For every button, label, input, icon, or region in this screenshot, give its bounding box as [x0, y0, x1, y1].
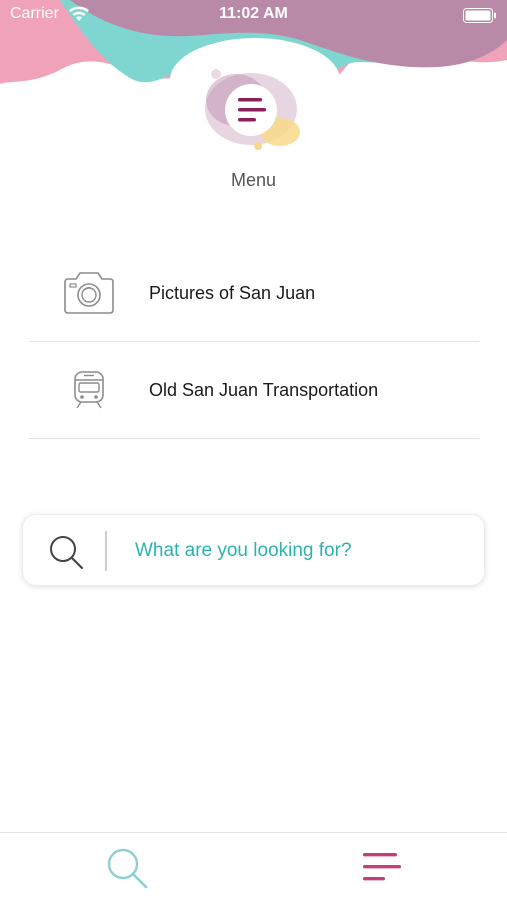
search-bar: [22, 514, 485, 586]
battery-icon: [463, 8, 496, 23]
tab-bar: [0, 832, 507, 900]
menu-item-label: Pictures of San Juan: [149, 282, 316, 303]
search-divider: [105, 531, 107, 571]
menu-lines-icon: [205, 69, 300, 150]
search-input[interactable]: [135, 531, 465, 571]
camera-icon: [29, 270, 149, 316]
menu-screen: Carrier 11:02 AM Menu Pictures of San Ju…: [0, 0, 507, 900]
menu-item-transportation[interactable]: Old San Juan Transportation: [29, 342, 479, 439]
train-icon: [29, 370, 149, 410]
tab-menu-icon[interactable]: [360, 847, 402, 887]
tab-search-icon[interactable]: [104, 845, 150, 891]
page-title: Menu: [230, 170, 277, 190]
menu-item-label: Old San Juan Transportation: [149, 379, 379, 400]
menu-list: Pictures of San Juan Old San Juan Transp…: [29, 245, 479, 439]
clock-label: 11:02 AM: [219, 5, 288, 22]
menu-item-pictures[interactable]: Pictures of San Juan: [29, 245, 479, 342]
search-icon: [50, 536, 84, 570]
status-bar: Carrier 11:02 AM: [0, 0, 507, 30]
